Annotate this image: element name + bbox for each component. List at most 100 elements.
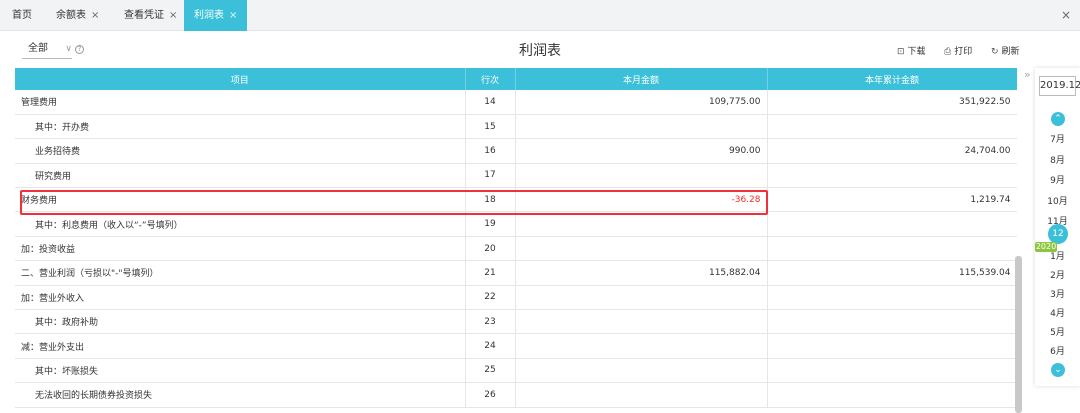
month-item[interactable]: 1月 bbox=[1035, 249, 1080, 262]
table-row[interactable]: 业务招待费 16 990.00 24,704.00 bbox=[15, 138, 1017, 164]
month-item[interactable]: 9月 bbox=[1035, 173, 1080, 186]
row-item: 其中：政府补助 bbox=[15, 309, 466, 335]
row-ytd-amount[interactable]: 24,704.00 bbox=[767, 138, 1017, 164]
current-period[interactable]: 2019.12 bbox=[1039, 76, 1080, 96]
column-header-ytd-amount: 本年累计金额 bbox=[767, 68, 1017, 90]
row-line-number: 17 bbox=[465, 163, 516, 189]
download-icon: ⊡ bbox=[897, 47, 905, 57]
row-month-amount[interactable]: 990.00 bbox=[515, 138, 768, 164]
row-ytd-amount[interactable] bbox=[767, 285, 1017, 311]
scroll-down-icon[interactable]: ⌄ bbox=[1051, 363, 1065, 377]
table-header-row: 项目 行次 本月金额 本年累计金额 bbox=[15, 68, 1017, 90]
print-button[interactable]: ⎙ 打印 bbox=[944, 44, 972, 57]
row-line-number: 21 bbox=[465, 260, 516, 286]
income-statement-table: 项目 行次 本月金额 本年累计金额 管理费用 14 109,775.00 351,92… bbox=[15, 68, 1017, 413]
row-ytd-amount[interactable] bbox=[767, 333, 1017, 359]
tab-label: 余额表 bbox=[56, 10, 86, 21]
close-icon[interactable]: × bbox=[169, 10, 177, 21]
month-item[interactable]: 8月 bbox=[1035, 153, 1080, 166]
tab-label: 利润表 bbox=[194, 10, 224, 21]
help-icon[interactable]: ? bbox=[75, 45, 84, 54]
row-ytd-amount[interactable]: 115,539.04 bbox=[767, 260, 1017, 286]
column-header-line: 行次 bbox=[465, 68, 516, 90]
download-button[interactable]: ⊡ 下载 bbox=[897, 44, 926, 57]
month-item[interactable]: 6月 bbox=[1035, 344, 1080, 357]
row-month-amount[interactable]: -36.28 bbox=[515, 187, 768, 213]
row-line-number: 14 bbox=[465, 90, 516, 115]
column-header-month-amount: 本月金额 bbox=[515, 68, 768, 90]
row-item: 加：营业外收入 bbox=[15, 285, 466, 311]
month-item[interactable]: 2月 bbox=[1035, 268, 1080, 281]
table-row[interactable]: 减：营业外支出 24 bbox=[15, 333, 1017, 359]
month-item[interactable]: 4月 bbox=[1035, 306, 1080, 319]
page-title: 利润表 bbox=[519, 43, 561, 59]
row-ytd-amount[interactable]: 1,219.74 bbox=[767, 187, 1017, 213]
refresh-label: 刷新 bbox=[1001, 47, 1020, 57]
row-ytd-amount[interactable] bbox=[767, 114, 1017, 140]
row-month-amount[interactable] bbox=[515, 114, 768, 140]
month-item[interactable]: 5月 bbox=[1035, 325, 1080, 338]
table-row[interactable]: 管理费用 14 109,775.00 351,922.50 bbox=[15, 90, 1017, 115]
row-month-amount[interactable] bbox=[515, 285, 768, 311]
table-row[interactable]: 其中：开办费 15 bbox=[15, 114, 1017, 140]
close-icon[interactable]: × bbox=[1058, 0, 1074, 31]
table-row[interactable]: 财务费用 18 -36.28 1,219.74 bbox=[15, 187, 1017, 213]
table-row[interactable]: 其中：坏账损失 25 bbox=[15, 358, 1017, 384]
row-item: 其中：坏账损失 bbox=[15, 358, 466, 384]
month-item[interactable]: 3月 bbox=[1035, 287, 1080, 300]
row-month-amount[interactable] bbox=[515, 211, 768, 237]
row-item: 业务招待费 bbox=[15, 138, 466, 164]
tab-balance-sheet[interactable]: 余额表 × bbox=[46, 0, 109, 31]
row-item: 二、营业利润（亏损以"-"号填列） bbox=[15, 260, 466, 286]
row-ytd-amount[interactable] bbox=[767, 211, 1017, 237]
row-line-number: 19 bbox=[465, 211, 516, 237]
column-header-item: 项目 bbox=[15, 68, 466, 90]
row-ytd-amount[interactable]: 351,922.50 bbox=[767, 90, 1017, 115]
print-label: 打印 bbox=[954, 47, 973, 57]
month-item[interactable]: 10月 bbox=[1035, 194, 1080, 207]
table-row[interactable]: 研究费用 17 bbox=[15, 163, 1017, 189]
scroll-up-icon[interactable]: ⌃ bbox=[1051, 112, 1065, 126]
row-month-amount[interactable] bbox=[515, 382, 768, 408]
row-ytd-amount[interactable] bbox=[767, 382, 1017, 408]
month-selected[interactable]: 12月 bbox=[1048, 224, 1068, 259]
table-row[interactable]: 其中：政府补助 23 bbox=[15, 309, 1017, 335]
row-line-number: 22 bbox=[465, 285, 516, 311]
close-icon[interactable]: × bbox=[91, 10, 99, 21]
row-month-amount[interactable] bbox=[515, 358, 768, 384]
row-ytd-amount[interactable] bbox=[767, 163, 1017, 189]
row-item: 其中：利息费用（收入以“-”号填列） bbox=[15, 211, 466, 237]
printer-icon: ⎙ bbox=[944, 47, 952, 57]
row-item: 减：营业外支出 bbox=[15, 333, 466, 359]
tab-home[interactable]: 首页 bbox=[2, 0, 42, 31]
row-month-amount[interactable] bbox=[515, 333, 768, 359]
vertical-scrollbar[interactable] bbox=[1015, 256, 1022, 413]
expand-panel-icon[interactable]: » bbox=[1024, 68, 1031, 81]
row-month-amount[interactable] bbox=[515, 236, 768, 262]
row-item: 其中：开办费 bbox=[15, 114, 466, 140]
row-month-amount[interactable]: 109,775.00 bbox=[515, 90, 768, 115]
tab-income-statement[interactable]: 利润表 × bbox=[184, 0, 248, 31]
close-icon[interactable]: × bbox=[229, 10, 237, 21]
row-month-amount[interactable]: 115,882.04 bbox=[515, 260, 768, 286]
tab-label: 查看凭证 bbox=[124, 10, 164, 21]
refresh-icon: ↻ bbox=[991, 47, 999, 57]
row-ytd-amount[interactable] bbox=[767, 309, 1017, 335]
row-month-amount[interactable] bbox=[515, 309, 768, 335]
tab-voucher[interactable]: 查看凭证 × bbox=[114, 0, 187, 31]
row-month-amount[interactable] bbox=[515, 163, 768, 189]
row-line-number: 24 bbox=[465, 333, 516, 359]
row-line-number: 26 bbox=[465, 382, 516, 408]
table-row[interactable]: 加：投资收益 20 bbox=[15, 236, 1017, 262]
table-row[interactable]: 加：营业外收入 22 bbox=[15, 285, 1017, 311]
scope-select[interactable]: 全部 ∨ bbox=[22, 39, 72, 59]
table-row[interactable]: 无法收回的长期债券投资损失 26 bbox=[15, 382, 1017, 408]
row-item: 财务费用 bbox=[15, 187, 466, 213]
row-item: 研究费用 bbox=[15, 163, 466, 189]
refresh-button[interactable]: ↻ 刷新 bbox=[991, 44, 1020, 57]
table-row[interactable]: 其中：利息费用（收入以“-”号填列） 19 bbox=[15, 211, 1017, 237]
row-ytd-amount[interactable] bbox=[767, 236, 1017, 262]
row-ytd-amount[interactable] bbox=[767, 358, 1017, 384]
table-row[interactable]: 二、营业利润（亏损以"-"号填列） 21 115,882.04 115,539.04 bbox=[15, 260, 1017, 286]
month-item[interactable]: 7月 bbox=[1035, 132, 1080, 145]
